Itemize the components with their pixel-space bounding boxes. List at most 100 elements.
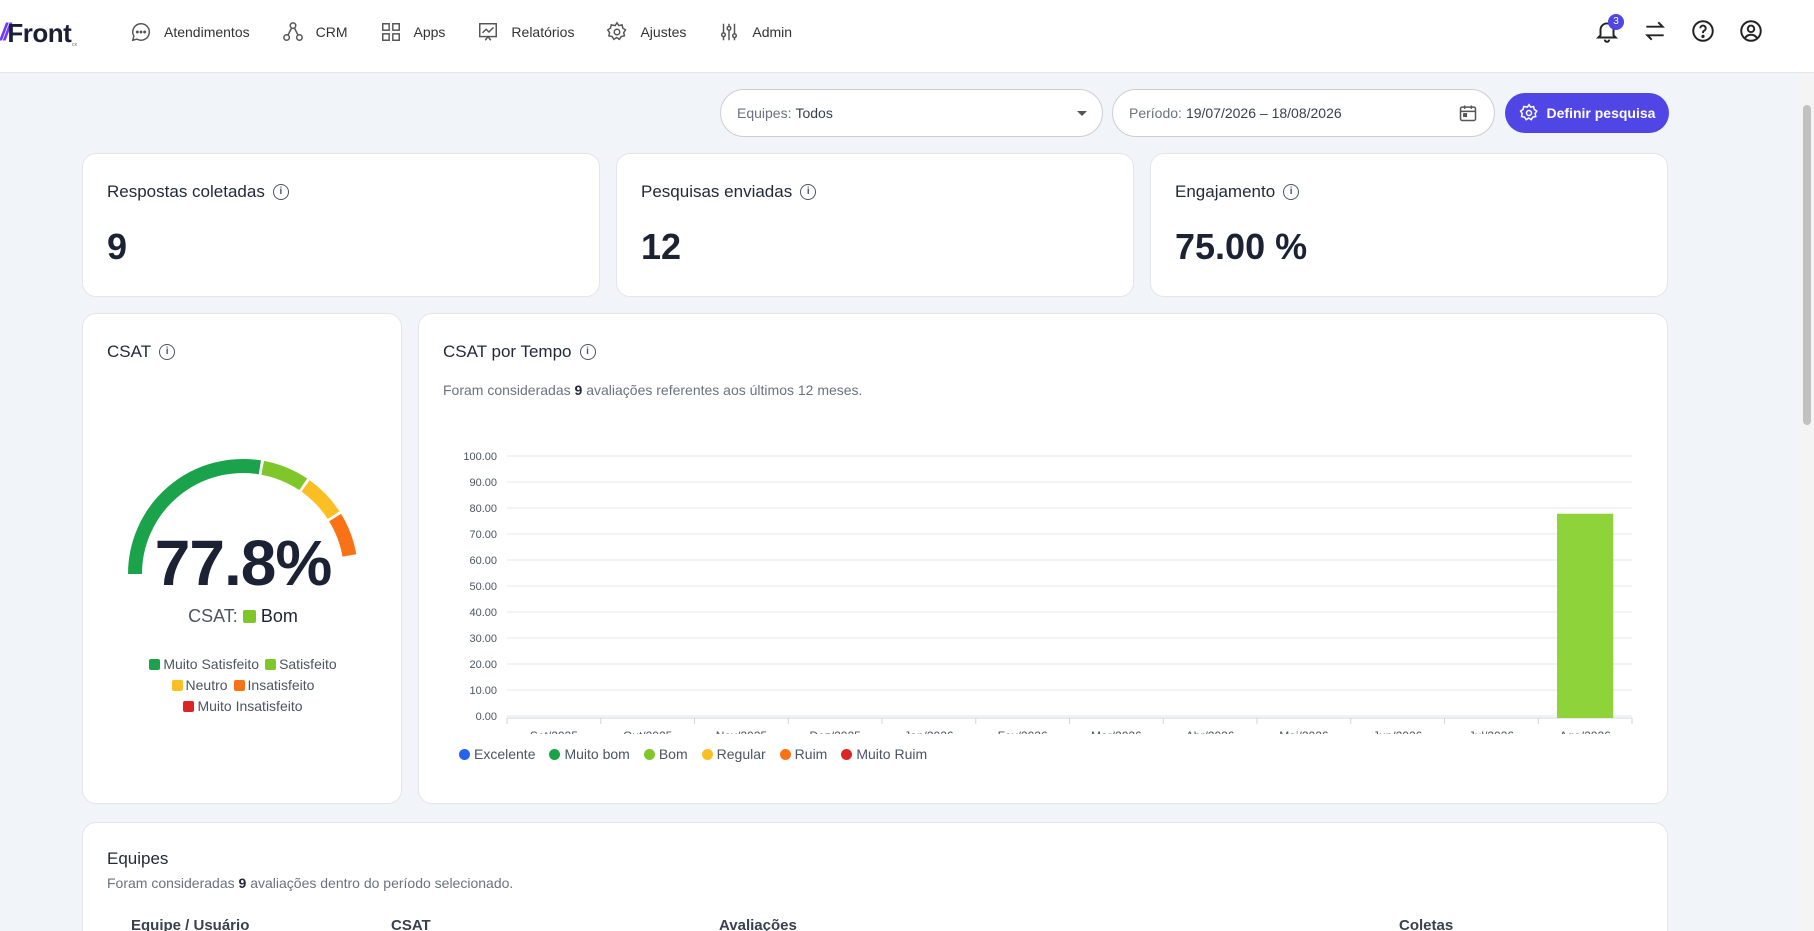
column-header-collections[interactable]: Coletas: [1399, 917, 1453, 931]
legend-label: Muito bom: [564, 746, 630, 762]
logo-tagline: cx: [72, 42, 77, 48]
front-logo[interactable]: // Front cx: [0, 17, 77, 49]
crm-nodes-icon: [282, 22, 303, 41]
subtitle-count: 9: [574, 382, 583, 398]
legend-swatch: [183, 701, 195, 712]
csat-status-prefix: CSAT:: [188, 606, 238, 626]
column-header-team-user[interactable]: Equipe / Usuário: [131, 917, 249, 931]
nav-item-ajustes[interactable]: Ajustes: [606, 21, 686, 43]
page-scrollbar[interactable]: [1800, 73, 1814, 931]
kpi-title: Pesquisas enviadas i: [641, 182, 817, 202]
user-account-button[interactable]: [1738, 18, 1764, 44]
csat-time-title-text: CSAT por Tempo: [443, 342, 572, 361]
legend-item[interactable]: Muito Ruim: [841, 746, 927, 762]
gear-icon: [1519, 103, 1538, 121]
subtitle-count: 9: [238, 875, 247, 891]
teams-subtitle: Foram consideradas 9 avaliações dentro d…: [107, 875, 513, 891]
y-tick-label: 30.00: [469, 633, 497, 645]
info-icon[interactable]: i: [800, 184, 817, 200]
legend-item[interactable]: Bom: [643, 746, 688, 762]
csat-time-card: CSAT por Tempo i Foram consideradas 9 ava…: [418, 313, 1668, 804]
x-tick-label: Jul/2026: [1469, 729, 1515, 734]
calendar-icon[interactable]: [1458, 103, 1478, 123]
x-tick-label: Dez/2025: [809, 729, 861, 734]
sliders-icon: [721, 23, 738, 41]
nav-item-apps[interactable]: Apps: [380, 21, 445, 43]
nav-item-crm[interactable]: CRM: [282, 21, 348, 43]
period-date-picker[interactable]: Período: 19/07/2026 – 18/08/2026: [1112, 89, 1495, 137]
kpi-card-responses: Respostas coletadas i 9: [82, 153, 600, 297]
legend-label: Muito Ruim: [856, 746, 928, 762]
switch-button[interactable]: [1642, 18, 1668, 44]
legend-label: Ruim: [794, 746, 828, 762]
apps-grid-icon: [381, 23, 400, 41]
info-icon[interactable]: i: [1283, 184, 1300, 200]
teams-select[interactable]: Equipes: Todos: [720, 89, 1103, 137]
kpi-title-text: Pesquisas enviadas: [641, 182, 793, 201]
nav-label: Atendimentos: [164, 24, 250, 40]
legend-dot: [701, 749, 713, 760]
y-tick-label: 0.00: [476, 711, 497, 723]
column-header-ratings[interactable]: Avaliações: [719, 917, 797, 931]
kpi-value: 75.00 %: [1175, 226, 1308, 267]
nav-label: CRM: [315, 24, 348, 40]
y-tick-label: 50.00: [469, 581, 497, 593]
subtitle-pre: Foram consideradas: [107, 875, 235, 891]
chart-bar[interactable]: [1557, 513, 1614, 718]
notifications-button[interactable]: 3: [1594, 14, 1624, 44]
logo-mark: //: [0, 19, 10, 46]
y-tick-label: 70.00: [469, 529, 497, 541]
x-tick-label: Set/2025: [530, 729, 578, 734]
legend-swatch: [171, 680, 183, 691]
csat-title-text: CSAT: [107, 342, 152, 361]
info-icon[interactable]: i: [159, 344, 176, 360]
help-button[interactable]: [1690, 18, 1716, 44]
legend-item: Muito Satisfeito: [149, 656, 259, 672]
legend-item[interactable]: Ruim: [779, 746, 828, 762]
nav-item-relatorios[interactable]: Relatórios: [477, 21, 574, 43]
y-tick-label: 100.00: [463, 451, 497, 463]
y-tick-label: 40.00: [469, 607, 497, 619]
info-icon[interactable]: i: [579, 344, 596, 360]
x-tick-label: Jun/2026: [1373, 729, 1423, 734]
legend-item[interactable]: Muito bom: [549, 746, 630, 762]
column-header-csat[interactable]: CSAT: [391, 917, 431, 931]
nav-label: Relatórios: [511, 24, 575, 40]
period-label: Período:: [1129, 105, 1182, 121]
legend-label: Insatisfeito: [247, 677, 315, 693]
subtitle-post: avaliações dentro do período selecionado…: [250, 875, 514, 891]
teams-title: Equipes: [107, 849, 169, 868]
teams-select-label: Equipes:: [737, 105, 792, 121]
define-survey-button[interactable]: Definir pesquisa: [1505, 93, 1669, 133]
kpi-value: 12: [641, 226, 682, 267]
legend-label: Excelente: [474, 746, 536, 762]
nav-item-atendimentos[interactable]: Atendimentos: [130, 21, 250, 43]
csat-time-title: CSAT por Tempo i: [443, 342, 596, 362]
scrollbar-thumb[interactable]: [1803, 105, 1811, 425]
csat-gauge-card: CSAT i 77.8% CSAT: Bom Muito Satisfeito Sa…: [82, 313, 402, 804]
x-tick-label: Jan/2026: [904, 729, 954, 734]
help-icon: [1692, 20, 1714, 42]
legend-item[interactable]: Excelente: [459, 746, 535, 762]
x-tick-label: Mar/2026: [1091, 729, 1142, 734]
kpi-card-sent: Pesquisas enviadas i 12: [616, 153, 1134, 297]
legend-label: Regular: [716, 746, 766, 762]
y-tick-label: 20.00: [469, 659, 497, 671]
info-icon[interactable]: i: [272, 184, 289, 200]
legend-item: Insatisfeito: [233, 677, 315, 693]
legend-dot: [841, 749, 853, 760]
teams-card: Equipes Foram consideradas 9 avaliações …: [82, 822, 1668, 931]
legend-label: Muito Satisfeito: [163, 656, 260, 672]
csat-time-subtitle: Foram consideradas 9 avaliações referent…: [443, 382, 862, 398]
legend-item[interactable]: Regular: [701, 746, 766, 762]
legend-label: Muito Insatisfeito: [197, 698, 303, 714]
csat-status: CSAT: Bom: [83, 606, 403, 627]
user-circle-icon: [1740, 20, 1762, 42]
legend-item: Satisfeito: [265, 656, 337, 672]
legend-dot: [643, 749, 655, 760]
nav-item-admin[interactable]: Admin: [718, 21, 792, 43]
logo-wordmark: Front: [7, 17, 72, 48]
kpi-card-engagement: Engajamento i 75.00 %: [1150, 153, 1668, 297]
x-tick-label: Mai/2026: [1279, 729, 1329, 734]
kpi-title-text: Respostas coletadas: [107, 182, 265, 201]
